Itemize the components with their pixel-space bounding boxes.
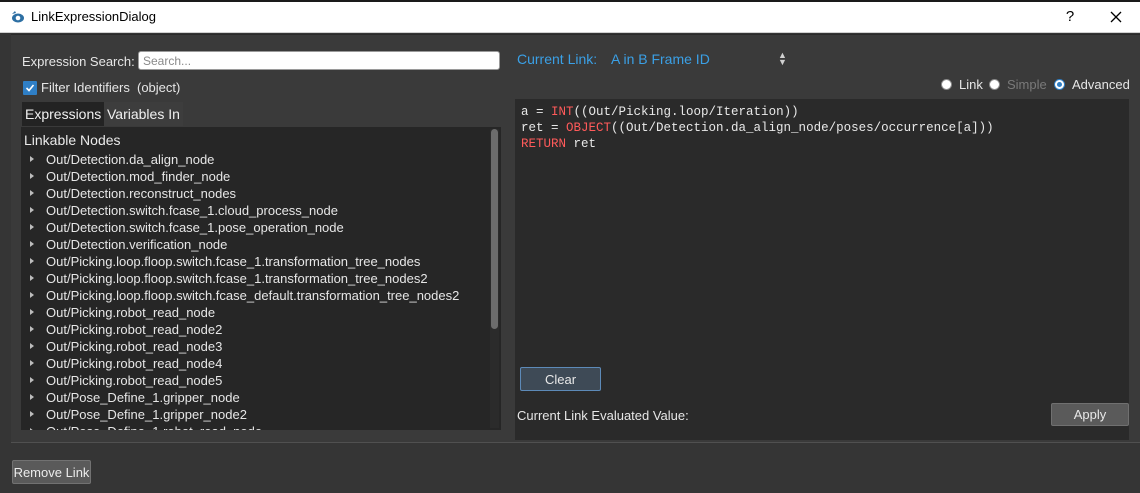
evaluated-value-label: Current Link Evaluated Value:: [517, 408, 689, 423]
code-line: ret = OBJECT((Out/Detection.da_align_nod…: [521, 120, 994, 136]
tree-scrollbar[interactable]: [490, 129, 499, 428]
expand-arrow-icon[interactable]: [30, 411, 34, 417]
current-link-label: Current Link:: [517, 51, 598, 67]
tree-item[interactable]: Out/Picking.loop.floop.switch.fcase_1.tr…: [21, 270, 491, 287]
mode-simple-radio[interactable]: [989, 79, 1000, 90]
close-button[interactable]: [1104, 6, 1128, 28]
apply-button[interactable]: Apply: [1051, 403, 1129, 426]
expand-arrow-icon[interactable]: [30, 275, 34, 281]
expand-arrow-icon[interactable]: [30, 394, 34, 400]
code-keyword: INT: [551, 105, 574, 119]
expand-arrow-icon[interactable]: [30, 156, 34, 162]
mode-link-radio[interactable]: [941, 79, 952, 90]
expand-arrow-icon[interactable]: [30, 377, 34, 383]
code-text: ((Out/Detection.da_align_node/poses/occu…: [611, 121, 994, 135]
tree-item-label: Out/Detection.switch.fcase_1.cloud_proce…: [46, 203, 338, 218]
current-link-value: A in B Frame ID: [611, 51, 710, 67]
tree-item[interactable]: Out/Pose_Define_1.gripper_node2: [21, 406, 491, 423]
tree-item-label: Out/Detection.da_align_node: [46, 152, 215, 167]
tree-item-label: Out/Pose_Define_1.gripper_node2: [46, 407, 247, 422]
tree-item[interactable]: Out/Detection.mod_finder_node: [21, 168, 491, 185]
code-text: a =: [521, 105, 552, 119]
tree-item[interactable]: Out/Detection.switch.fcase_1.cloud_proce…: [21, 202, 491, 219]
code-text: ret: [566, 137, 597, 151]
code-keyword: OBJECT: [566, 121, 612, 135]
expand-arrow-icon[interactable]: [30, 343, 34, 349]
close-icon: [1110, 11, 1122, 26]
mode-simple-label: Simple: [1007, 77, 1047, 92]
tree-item-label: Out/Detection.switch.fcase_1.pose_operat…: [46, 220, 344, 235]
footer-divider: [11, 442, 1140, 443]
expression-search-input[interactable]: [138, 51, 500, 70]
window-title: LinkExpressionDialog: [31, 9, 157, 24]
expression-code: a = INT((Out/Picking.loop/Iteration)) ret…: [521, 104, 994, 152]
code-text: ((Out/Picking.loop/Iteration)): [573, 105, 799, 119]
tab-variables-in[interactable]: Variables In: [104, 102, 183, 126]
tree-item[interactable]: Out/Detection.verification_node: [21, 236, 491, 253]
linkable-nodes-tree[interactable]: Linkable Nodes Out/Detection.da_align_no…: [21, 127, 501, 430]
tree-item[interactable]: Out/Detection.switch.fcase_1.pose_operat…: [21, 219, 491, 236]
tree-item-label: Out/Picking.robot_read_node3: [46, 339, 223, 354]
title-bar: LinkExpressionDialog ?: [0, 2, 1140, 33]
tree-item[interactable]: Out/Picking.loop.floop.switch.fcase_1.tr…: [21, 253, 491, 270]
clear-button[interactable]: Clear: [520, 367, 601, 391]
tree-item-label: Out/Picking.loop.floop.switch.fcase_1.tr…: [46, 271, 428, 286]
tree-item[interactable]: Out/Picking.robot_read_node2: [21, 321, 491, 338]
check-icon: [25, 84, 35, 92]
mode-advanced-label: Advanced: [1072, 77, 1130, 92]
help-button[interactable]: ?: [1058, 6, 1082, 28]
expand-arrow-icon[interactable]: [30, 428, 34, 430]
expand-arrow-icon[interactable]: [30, 241, 34, 247]
code-line: a = INT((Out/Picking.loop/Iteration)): [521, 104, 994, 120]
tree-item-label: Out/Detection.verification_node: [46, 237, 228, 252]
tree-item-label: Out/Picking.loop.floop.switch.fcase_defa…: [46, 288, 460, 303]
tree-item-label: Out/Pose_Define_1.gripper_node: [46, 390, 240, 405]
remove-link-button[interactable]: Remove Link: [12, 460, 91, 484]
expand-arrow-icon[interactable]: [30, 207, 34, 213]
expression-search-label: Expression Search:: [22, 54, 135, 69]
expand-arrow-icon[interactable]: [30, 309, 34, 315]
tree-item[interactable]: Out/Picking.robot_read_node: [21, 304, 491, 321]
current-link-select[interactable]: A in B Frame ID ▲ ▼: [606, 49, 787, 69]
scrollbar-thumb[interactable]: [491, 129, 498, 329]
expand-arrow-icon[interactable]: [30, 224, 34, 230]
app-eye-icon: [10, 9, 26, 25]
filter-type-label: (object): [137, 80, 181, 95]
expression-editor[interactable]: a = INT((Out/Picking.loop/Iteration)) ret…: [515, 99, 1129, 440]
expand-arrow-icon[interactable]: [30, 258, 34, 264]
spin-arrows-icon: ▲ ▼: [778, 50, 787, 67]
tree-item[interactable]: Out/Pose_Define_1.robot_read_node: [21, 423, 491, 430]
tree-item-label: Out/Picking.robot_read_node4: [46, 356, 223, 371]
tree-item[interactable]: Out/Picking.robot_read_node3: [21, 338, 491, 355]
expand-arrow-icon[interactable]: [30, 360, 34, 366]
tree-item[interactable]: Out/Detection.da_align_node: [21, 151, 491, 168]
tree-item[interactable]: Out/Pose_Define_1.gripper_node: [21, 389, 491, 406]
expand-arrow-icon[interactable]: [30, 292, 34, 298]
tree-item-label: Out/Detection.mod_finder_node: [46, 169, 231, 184]
expand-arrow-icon[interactable]: [30, 326, 34, 332]
tree-item-label: Out/Detection.reconstruct_nodes: [46, 186, 237, 201]
code-line: RETURN ret: [521, 136, 994, 152]
code-text: ret =: [521, 121, 567, 135]
filter-identifiers-label: Filter Identifiers: [41, 80, 130, 95]
tree-list: Out/Detection.da_align_node Out/Detection…: [21, 151, 491, 430]
tree-item[interactable]: Out/Picking.robot_read_node4: [21, 355, 491, 372]
tree-header: Linkable Nodes: [24, 132, 121, 148]
tree-item-label: Out/Picking.robot_read_node5: [46, 373, 223, 388]
tree-item[interactable]: Out/Picking.robot_read_node5: [21, 372, 491, 389]
tree-item-label: Out/Picking.robot_read_node: [46, 305, 216, 320]
tree-item-label: Out/Picking.loop.floop.switch.fcase_1.tr…: [46, 254, 421, 269]
filter-identifiers-checkbox[interactable]: [23, 81, 37, 95]
code-keyword: RETURN: [521, 137, 567, 151]
tree-item[interactable]: Out/Picking.loop.floop.switch.fcase_defa…: [21, 287, 491, 304]
tab-expressions[interactable]: Expressions: [22, 102, 105, 126]
tree-item[interactable]: Out/Detection.reconstruct_nodes: [21, 185, 491, 202]
expand-arrow-icon[interactable]: [30, 190, 34, 196]
mode-advanced-radio[interactable]: [1054, 79, 1065, 90]
tree-item-label: Out/Pose_Define_1.robot_read_node: [46, 423, 262, 430]
expand-arrow-icon[interactable]: [30, 173, 34, 179]
mode-link-label: Link: [959, 77, 983, 92]
tree-item-label: Out/Picking.robot_read_node2: [46, 322, 223, 337]
